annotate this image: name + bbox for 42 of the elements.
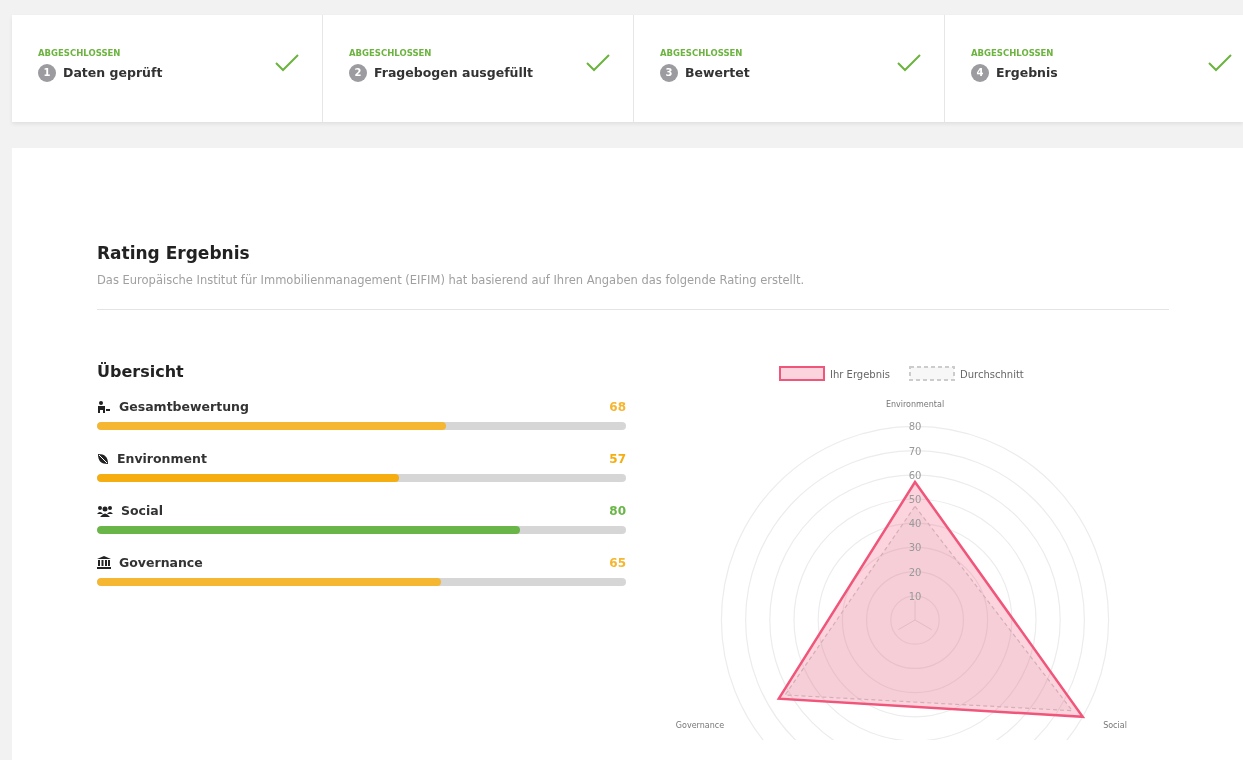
users-icon bbox=[97, 504, 113, 517]
axis-label: Environmental bbox=[885, 400, 945, 409]
tick-label: 60 bbox=[908, 469, 922, 481]
step-number: 2 bbox=[349, 63, 367, 82]
tick-label: 40 bbox=[908, 518, 922, 530]
metric-value: 68 bbox=[609, 399, 626, 414]
tick-label: 20 bbox=[908, 566, 922, 578]
tick-label: 10 bbox=[908, 590, 922, 602]
people-icon bbox=[97, 400, 111, 413]
tick-label: 30 bbox=[908, 542, 922, 554]
metric-label: Environment bbox=[117, 451, 207, 466]
step-status: ABGESCHLOSSEN bbox=[38, 47, 122, 58]
metric-value: 80 bbox=[609, 503, 626, 518]
legend-label: Durchschnitt bbox=[960, 369, 1024, 380]
metric-label: Social bbox=[121, 503, 163, 518]
bank-icon bbox=[97, 556, 111, 569]
metric-label: Governance bbox=[119, 555, 203, 570]
tick-label: 70 bbox=[908, 445, 922, 457]
step-status: ABGESCHLOSSEN bbox=[660, 47, 744, 58]
metric-label: Gesamtbewertung bbox=[119, 399, 249, 414]
step-number: 1 bbox=[38, 63, 56, 82]
section-title: Rating Ergebnis bbox=[97, 243, 251, 263]
step-status: ABGESCHLOSSEN bbox=[349, 47, 433, 58]
step-status: ABGESCHLOSSEN bbox=[971, 47, 1055, 58]
axis-label: Governance bbox=[675, 721, 725, 730]
legend-swatch bbox=[909, 366, 955, 381]
description-text: Das Europäische Institut für Immobilienmanagement (EIFIM) hat basierend auf Ihren Angaben das folgende Rating erstellt. bbox=[97, 273, 806, 287]
step-number: 4 bbox=[971, 63, 989, 82]
step-label: Daten geprüft bbox=[63, 65, 163, 80]
legend-swatch bbox=[779, 366, 825, 381]
metric-value: 57 bbox=[609, 451, 626, 466]
step-label: Bewertet bbox=[685, 65, 750, 80]
tick-label: 50 bbox=[908, 494, 922, 505]
overview-title: Übersicht bbox=[97, 362, 185, 381]
step-label: Fragebogen ausgefüllt bbox=[374, 65, 534, 80]
leaf-icon bbox=[97, 452, 109, 465]
axis-label: Social bbox=[1103, 721, 1127, 730]
step-label: Ergebnis bbox=[996, 65, 1058, 80]
metric-value: 65 bbox=[609, 555, 626, 570]
step-number: 3 bbox=[660, 63, 678, 82]
legend-label: Ihr Ergebnis bbox=[830, 369, 890, 380]
tick-label: 80 bbox=[908, 421, 922, 433]
